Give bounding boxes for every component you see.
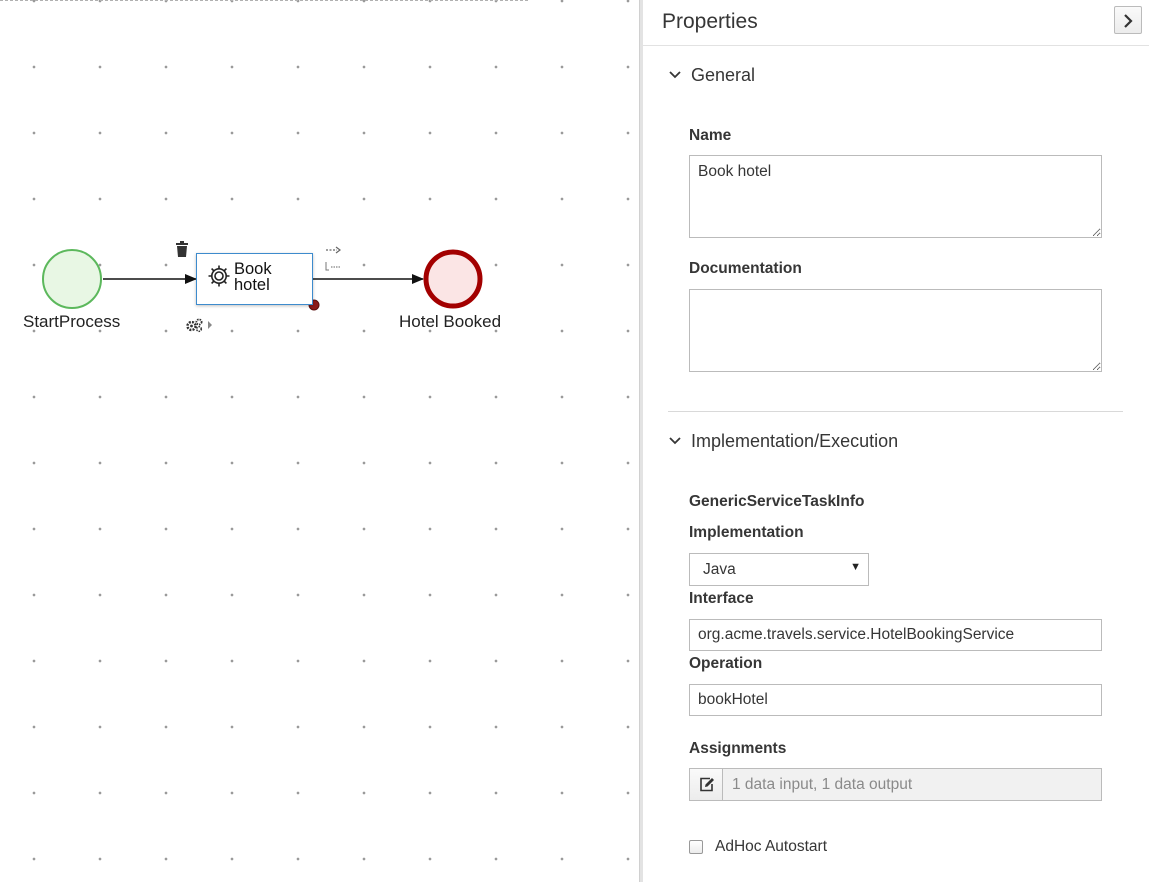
edit-icon: [700, 777, 714, 792]
section-general-title: General: [691, 65, 756, 85]
documentation-field[interactable]: [689, 289, 1102, 372]
panel-header-divider: [643, 45, 1149, 46]
annotation-icon[interactable]: [325, 261, 343, 271]
delete-icon[interactable]: [175, 241, 189, 258]
chevron-right-icon: [1124, 14, 1133, 28]
start-event[interactable]: [42, 249, 102, 309]
chevron-down-icon: [669, 437, 681, 445]
end-event-label: Hotel Booked: [399, 312, 502, 331]
edit-assignments-button[interactable]: [689, 768, 723, 801]
name-field[interactable]: [689, 155, 1102, 238]
diagram-canvas[interactable]: StartProcess Hotel Booked Book hotel: [0, 0, 639, 882]
section-implementation-title: Implementation/Execution: [691, 431, 899, 451]
task-label: Book hotel: [234, 260, 272, 294]
panel-title: Properties: [662, 10, 758, 33]
implementation-select[interactable]: Java ▼: [689, 553, 869, 586]
interface-label: Interface: [689, 590, 754, 607]
implementation-select-value: Java: [703, 561, 736, 578]
adhoc-autostart-checkbox[interactable]: [689, 840, 703, 854]
task-info-label: GenericServiceTaskInfo: [689, 493, 865, 510]
interface-field[interactable]: [689, 619, 1102, 651]
implementation-label: Implementation: [689, 524, 804, 541]
section-divider: [668, 411, 1123, 412]
assignments-group: 1 data input, 1 data output: [689, 768, 1102, 801]
section-implementation-header[interactable]: Implementation/Execution: [668, 431, 898, 452]
operation-field[interactable]: [689, 684, 1102, 716]
caret-down-icon: ▼: [850, 561, 861, 573]
assignments-label: Assignments: [689, 740, 787, 757]
chevron-down-icon: [669, 71, 681, 79]
section-general-header[interactable]: General: [668, 65, 755, 86]
end-event[interactable]: [423, 249, 483, 309]
service-task-book-hotel[interactable]: Book hotel: [196, 253, 313, 305]
morph-gears-icon[interactable]: [185, 317, 215, 333]
properties-panel: Properties General Name Documentation Im…: [643, 0, 1149, 882]
documentation-label: Documentation: [689, 260, 802, 277]
adhoc-autostart-label: AdHoc Autostart: [715, 838, 828, 855]
name-label: Name: [689, 127, 732, 144]
gear-icon: [208, 265, 230, 287]
assignments-field[interactable]: 1 data input, 1 data output: [722, 768, 1102, 801]
operation-label: Operation: [689, 655, 763, 672]
connector-flow-icon[interactable]: [326, 245, 342, 255]
collapse-panel-button[interactable]: [1114, 6, 1142, 34]
start-event-label: StartProcess: [23, 312, 121, 331]
diagram-svg: [42, 249, 483, 311]
